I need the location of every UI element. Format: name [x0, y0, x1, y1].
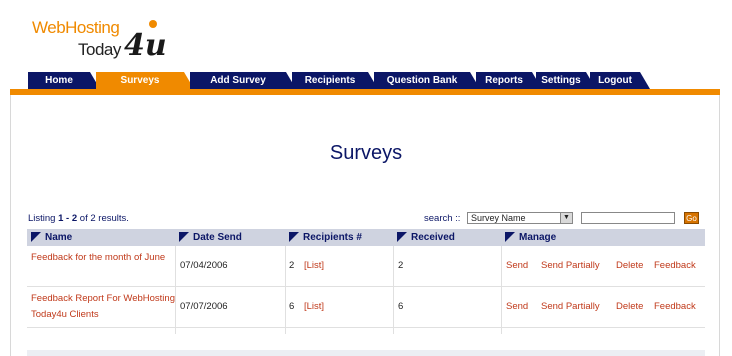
- main-nav: Home Surveys Add Survey Recipients Quest…: [12, 72, 722, 89]
- tab-settings[interactable]: Settings: [536, 72, 596, 89]
- table-row: Feedback Report For WebHostingToday4u Cl…: [27, 287, 705, 328]
- listing-dash: -: [66, 213, 70, 224]
- send-link[interactable]: Send: [506, 299, 528, 315]
- sort-icon: [289, 232, 299, 242]
- date-send: 07/07/2006: [180, 301, 228, 312]
- listing-from: 1: [58, 213, 64, 224]
- tab-label: Add Survey: [210, 75, 266, 86]
- column-header-label: Recipients #: [303, 232, 362, 243]
- date-send: 07/04/2006: [180, 260, 228, 271]
- chevron-down-icon[interactable]: ▼: [560, 213, 572, 223]
- tab-label: Surveys: [120, 75, 160, 86]
- tab-add-survey[interactable]: Add Survey: [190, 72, 296, 89]
- tab-label: Reports: [485, 75, 523, 86]
- logo-text-today: Today: [78, 40, 121, 59]
- table-row: Feedback for the month of June 07/04/200…: [27, 246, 705, 287]
- recipients-list-link[interactable]: [List]: [304, 258, 324, 274]
- tab-home[interactable]: Home: [28, 72, 100, 89]
- survey-name-link[interactable]: Feedback Report For WebHostingToday4u Cl…: [31, 291, 176, 323]
- column-header-name[interactable]: Name: [27, 229, 175, 246]
- send-partially-link[interactable]: Send Partially: [541, 258, 600, 274]
- received-count: 6: [398, 301, 404, 312]
- delete-link[interactable]: Delete: [616, 258, 643, 274]
- table-footer-bar: [27, 350, 705, 356]
- recipients-count: 2: [289, 260, 295, 271]
- tab-surveys[interactable]: Surveys: [96, 72, 194, 89]
- survey-name-link[interactable]: Feedback for the month of June: [31, 250, 176, 266]
- send-partially-link[interactable]: Send Partially: [541, 299, 600, 315]
- table-header: Name Date Send Recipients # Received Man…: [27, 229, 705, 246]
- tab-label: Settings: [541, 75, 581, 86]
- sort-icon: [505, 232, 515, 242]
- tab-reports[interactable]: Reports: [476, 72, 542, 89]
- tab-logout[interactable]: Logout: [590, 72, 650, 89]
- recipients-count: 6: [289, 301, 295, 312]
- column-header-label: Date Send: [193, 232, 242, 243]
- column-header-received[interactable]: Received: [393, 229, 501, 246]
- feedback-link[interactable]: Feedback: [654, 299, 696, 315]
- listing-summary: Listing 1 - 2 of 2 results.: [28, 213, 129, 224]
- listing-prefix: Listing: [28, 213, 56, 224]
- sort-icon: [31, 232, 41, 242]
- logo-text-4u: 4u: [124, 28, 167, 63]
- column-header-label: Name: [45, 232, 73, 243]
- column-header-label: Manage: [519, 232, 557, 243]
- column-header-date-send[interactable]: Date Send: [175, 229, 285, 246]
- search-select-value: Survey Name: [471, 213, 526, 223]
- listing-to: 2: [71, 213, 78, 224]
- received-count: 2: [398, 260, 404, 271]
- search-label: search ::: [424, 213, 461, 224]
- column-header-recipients[interactable]: Recipients #: [285, 229, 393, 246]
- logo-text-webhosting: WebHosting: [32, 18, 120, 37]
- page-title: Surveys: [329, 142, 403, 164]
- site-logo: WebHosting Today 4u: [32, 14, 182, 66]
- delete-link[interactable]: Delete: [616, 299, 643, 315]
- sort-icon: [179, 232, 189, 242]
- tab-recipients[interactable]: Recipients: [292, 72, 378, 89]
- tab-label: Question Bank: [386, 75, 458, 86]
- logo-dot-icon: [149, 20, 157, 28]
- tab-label: Home: [45, 75, 73, 86]
- search-field-select[interactable]: Survey Name ▼: [467, 212, 573, 224]
- column-header-manage: Manage: [501, 229, 705, 246]
- feedback-link[interactable]: Feedback: [654, 258, 696, 274]
- recipients-list-link[interactable]: [List]: [304, 299, 324, 315]
- send-link[interactable]: Send: [506, 258, 528, 274]
- column-header-label: Received: [411, 232, 455, 243]
- sort-icon: [397, 232, 407, 242]
- search-input[interactable]: [581, 212, 675, 224]
- go-button[interactable]: Go: [684, 212, 699, 224]
- listing-of-text: of 2 results.: [79, 213, 129, 224]
- tab-label: Logout: [598, 75, 632, 86]
- tab-question-bank[interactable]: Question Bank: [374, 72, 480, 89]
- tab-label: Recipients: [304, 75, 356, 86]
